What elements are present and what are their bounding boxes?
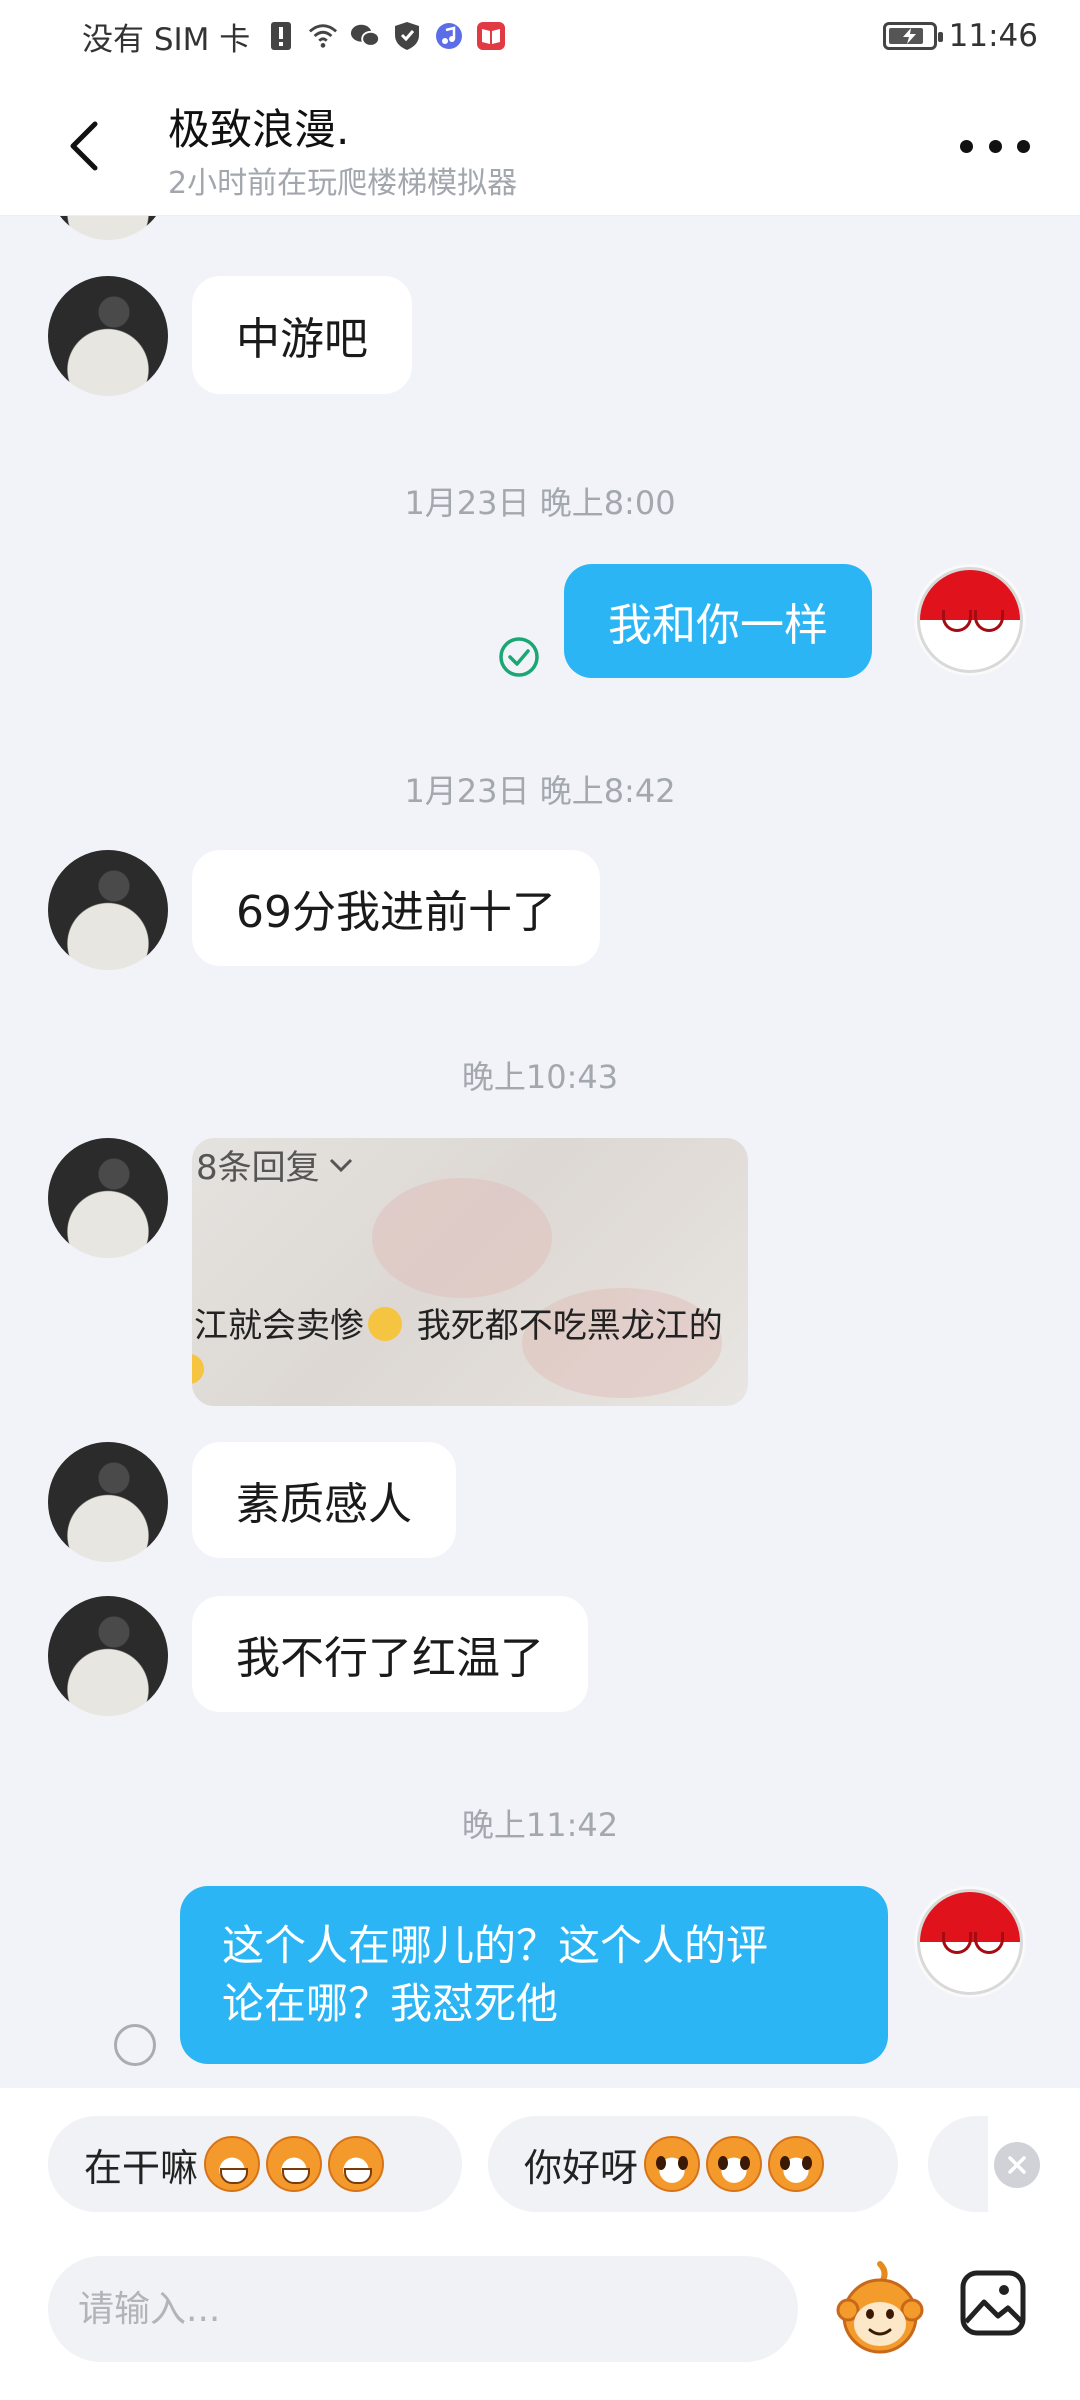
quick-reply-chip[interactable]: 在干嘛 — [48, 2116, 462, 2212]
contact-name[interactable]: 极致浪漫. — [168, 96, 349, 157]
book-app-icon — [476, 21, 506, 51]
more-dot-icon — [988, 139, 1002, 153]
monkey-laugh-emoji-icon — [328, 2136, 385, 2192]
message-bubble-incoming[interactable]: 我不行了红温了 — [192, 1596, 588, 1712]
contact-avatar[interactable] — [48, 1138, 168, 1258]
contact-avatar[interactable] — [48, 1596, 168, 1716]
user-avatar[interactable] — [914, 1886, 1026, 1998]
status-right: 11:46 — [882, 18, 1038, 54]
monkey-laugh-emoji-icon — [204, 2136, 261, 2192]
battery-charging-icon — [882, 22, 943, 50]
timestamp: 晚上10:43 — [461, 1058, 619, 1096]
more-dot-icon — [960, 139, 973, 153]
quick-reply-chip-partial[interactable] — [928, 2116, 988, 2212]
timestamp: 1月23日 晚上8:42 — [404, 772, 676, 810]
message-text: 我和你一样 — [608, 600, 828, 651]
comment-text: 江就会卖惨 我死都不吃黑龙江的 — [194, 1298, 723, 1347]
user-avatar[interactable] — [914, 564, 1026, 676]
message-text: 69分我进前十了 — [236, 887, 556, 938]
contact-avatar[interactable] — [48, 276, 168, 396]
chat-area[interactable]: 中游吧 1月23日 晚上8:00 我和你一样 1月23日 晚上8:42 69分我… — [0, 216, 1080, 2088]
quick-reply-chip[interactable]: 你好呀 — [488, 2116, 898, 2212]
image-message[interactable]: 8条回复 江就会卖惨 我死都不吃黑龙江的 — [192, 1138, 748, 1406]
chat-header: 极致浪漫. 2小时前在玩爬楼梯模拟器 — [0, 72, 1080, 216]
message-bubble-incoming[interactable]: 69分我进前十了 — [192, 850, 600, 966]
back-button[interactable] — [56, 114, 112, 178]
close-quick-replies-button[interactable] — [994, 2142, 1040, 2188]
message-text: 我不行了红温了 — [236, 1633, 544, 1684]
read-check-icon — [498, 636, 540, 678]
comment-text-b: 我死都不吃黑龙江的 — [406, 1306, 723, 1346]
message-bubble-outgoing[interactable]: 这个人在哪儿的？这个人的评 论在哪？我怼死他 — [180, 1886, 888, 2064]
message-text: 中游吧 — [236, 314, 368, 365]
sim-alert-icon — [266, 21, 296, 51]
monkey-eyes-emoji-icon — [644, 2136, 701, 2192]
contact-avatar[interactable] — [48, 850, 168, 970]
message-text: 素质感人 — [236, 1479, 412, 1530]
message-text-line: 论在哪？我怼死他 — [222, 1979, 559, 2028]
unread-status-icon — [114, 2024, 156, 2066]
chevron-left-icon — [70, 121, 98, 171]
emoji-icon — [192, 1354, 204, 1384]
monkey-eyes-emoji-icon — [706, 2136, 763, 2192]
wechat-icon — [350, 21, 381, 51]
contact-status: 2小时前在玩爬楼梯模拟器 — [168, 166, 518, 201]
chevron-down-icon — [329, 1158, 352, 1172]
monkey-laugh-emoji-icon — [266, 2136, 323, 2192]
status-icons — [266, 21, 506, 51]
timestamp: 晚上11:42 — [461, 1806, 619, 1844]
monkey-eyes-emoji-icon — [768, 2136, 825, 2192]
message-bubble-incoming[interactable]: 中游吧 — [192, 276, 412, 394]
image-icon — [960, 2270, 1026, 2336]
comment-text-a: 江就会卖惨 — [194, 1306, 364, 1346]
input-panel: 在干嘛 你好呀 — [0, 2088, 1080, 2400]
music-icon — [434, 21, 464, 51]
emoji-button[interactable] — [836, 2258, 924, 2358]
message-bubble-outgoing[interactable]: 我和你一样 — [564, 564, 872, 678]
monkey-emoji-icon — [836, 2261, 924, 2354]
message-input[interactable] — [48, 2256, 798, 2362]
message-bubble-incoming[interactable]: 素质感人 — [192, 1442, 456, 1558]
clock: 11:46 — [948, 18, 1038, 54]
polandball-avatar-icon — [917, 1889, 1023, 1995]
contact-avatar[interactable] — [48, 216, 168, 240]
reply-count-label: 8条回复 — [196, 1148, 320, 1188]
crying-emoji-icon — [368, 1307, 402, 1341]
reply-count: 8条回复 — [196, 1140, 354, 1189]
carrier-text: 没有 SIM 卡 — [82, 21, 251, 58]
more-dot-icon — [1017, 139, 1030, 153]
image-picker-button[interactable] — [958, 2268, 1028, 2338]
timestamp: 1月23日 晚上8:00 — [404, 484, 676, 522]
quick-reply-label: 你好呀 — [524, 2145, 639, 2190]
message-text-line: 这个人在哪儿的？这个人的评 — [222, 1921, 769, 1970]
shield-icon — [392, 21, 422, 51]
status-left: 没有 SIM 卡 — [82, 14, 506, 59]
image-texture — [372, 1178, 552, 1298]
close-icon — [1008, 2156, 1026, 2174]
more-options-button[interactable] — [960, 134, 1030, 158]
quick-reply-label: 在干嘛 — [84, 2145, 199, 2190]
status-bar: 没有 SIM 卡 11:46 — [0, 0, 1080, 72]
contact-avatar[interactable] — [48, 1442, 168, 1562]
wifi-icon — [308, 21, 338, 51]
polandball-avatar-icon — [917, 567, 1023, 673]
